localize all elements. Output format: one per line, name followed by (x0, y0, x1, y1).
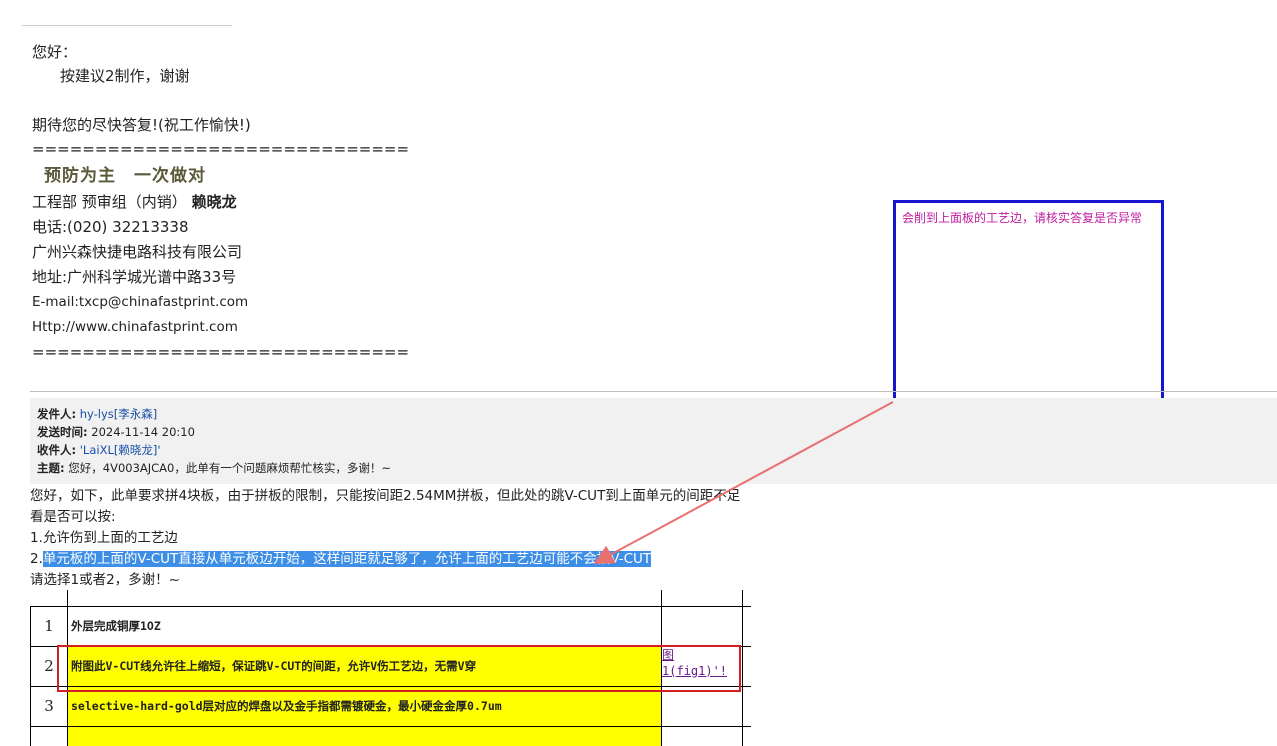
annotation-arrow (593, 401, 894, 564)
annotation-arrow-layer (593, 401, 894, 564)
